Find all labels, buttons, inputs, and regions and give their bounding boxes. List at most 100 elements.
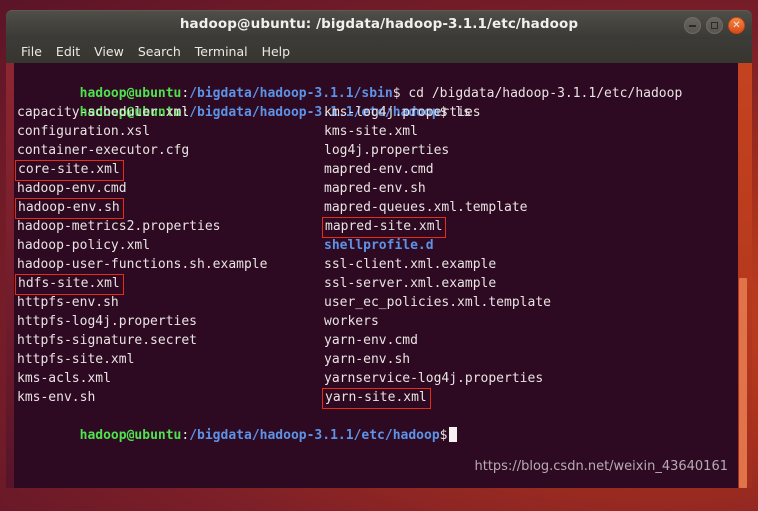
file-name-cell: mapred-site.xml — [321, 217, 447, 238]
file-name: kms-env.sh — [17, 390, 96, 405]
window-title: hadoop@ubuntu: /bigdata/hadoop-3.1.1/etc… — [179, 16, 579, 32]
file-name-cell: yarnservice-log4j.properties — [324, 369, 543, 388]
file-listing-row: hadoop-policy.xml shellprofile.d — [17, 236, 738, 255]
file-name: hdfs-site.xml — [15, 274, 124, 295]
file-name-cell: kms-acls.xml — [17, 369, 111, 388]
file-name-cell: ssl-client.xml.example — [324, 255, 496, 274]
window-frame-left — [6, 63, 14, 488]
close-button[interactable]: ✕ — [728, 17, 745, 34]
file-name: workers — [324, 314, 379, 329]
file-name: yarn-env.sh — [324, 352, 411, 367]
menu-item-search[interactable]: Search — [131, 42, 188, 61]
file-name-cell: mapred-env.cmd — [324, 160, 434, 179]
file-name-cell: yarn-site.xml — [322, 388, 431, 409]
file-name: mapred-queues.xml.template — [324, 200, 528, 215]
file-name-cell: hadoop-policy.xml — [17, 236, 150, 255]
file-name-cell: hadoop-metrics2.properties — [17, 217, 221, 236]
maximize-icon — [711, 22, 718, 29]
file-listing-row: capacity-scheduler.xml kms-log4j.properti… — [17, 103, 738, 122]
file-listing-row: core-site.xml mapred-env.cmd — [15, 160, 738, 181]
file-name: ssl-server.xml.example — [324, 276, 497, 291]
file-listing-row: hadoop-env.sh mapred-queues.xml.template — [15, 198, 738, 219]
file-name: httpfs-log4j.properties — [17, 314, 198, 329]
file-listing-row: kms-acls.xml yarnservice-log4j.properties — [17, 369, 738, 388]
file-name: configuration.xsl — [17, 124, 151, 139]
menu-item-edit[interactable]: Edit — [49, 42, 87, 61]
file-name-cell: kms-log4j.properties — [324, 103, 481, 122]
prompt-line-2: hadoop@ubuntu:/bigdata/hadoop-3.1.1/etc/… — [17, 84, 738, 120]
file-listing-row: configuration.xsl kms-site.xml — [17, 122, 738, 141]
file-listing-row: httpfs-site.xml yarn-env.sh — [17, 350, 738, 369]
file-listing-row: httpfs-log4j.properties workers — [17, 312, 738, 331]
scrollbar-thumb[interactable] — [739, 278, 747, 488]
file-name-cell: log4j.properties — [324, 141, 449, 160]
scrollbar[interactable] — [738, 63, 752, 488]
directory-name: shellprofile.d — [324, 238, 434, 253]
minimize-button[interactable] — [684, 17, 701, 34]
terminal-content[interactable]: hadoop@ubuntu:/bigdata/hadoop-3.1.1/sbin… — [14, 63, 738, 488]
file-name-cell: hadoop-env.sh — [15, 198, 124, 219]
file-name: httpfs-signature.secret — [17, 333, 198, 348]
file-listing-row: httpfs-env.sh user_ec_policies.xml.templa… — [17, 293, 738, 312]
file-name: hadoop-env.sh — [15, 198, 124, 219]
file-name: httpfs-site.xml — [17, 352, 135, 367]
file-name: mapred-site.xml — [321, 217, 447, 238]
file-name: mapred-env.cmd — [324, 162, 434, 177]
file-name: kms-log4j.properties — [324, 105, 481, 120]
terminal-window: hadoop@ubuntu: /bigdata/hadoop-3.1.1/etc… — [6, 10, 752, 488]
file-name: container-executor.cfg — [17, 143, 190, 158]
menu-item-help[interactable]: Help — [255, 42, 298, 61]
file-name: user_ec_policies.xml.template — [324, 295, 551, 310]
prompt-user-host: hadoop@ubuntu — [79, 428, 182, 443]
file-name-cell: hdfs-site.xml — [15, 274, 124, 295]
menu-item-file[interactable]: File — [14, 42, 49, 61]
file-name-cell: shellprofile.d — [324, 236, 434, 255]
file-name: hadoop-policy.xml — [17, 238, 151, 253]
file-name-cell: yarn-env.sh — [324, 350, 410, 369]
file-name-cell: capacity-scheduler.xml — [17, 103, 189, 122]
menu-item-terminal[interactable]: Terminal — [188, 42, 255, 61]
file-listing-row: kms-env.sh yarn-site.xml — [17, 388, 738, 409]
file-listing-row: hadoop-user-functions.sh.example ssl-clie… — [17, 255, 738, 274]
file-name: log4j.properties — [324, 143, 450, 158]
file-name: kms-site.xml — [324, 124, 418, 139]
file-name-cell: workers — [324, 312, 379, 331]
file-name-cell: hadoop-env.cmd — [17, 179, 127, 198]
maximize-button[interactable] — [706, 17, 723, 34]
file-name: kms-acls.xml — [17, 371, 111, 386]
menu-item-view[interactable]: View — [87, 42, 131, 61]
file-listing-row: container-executor.cfg log4j.properties — [17, 141, 738, 160]
file-listing-row: hadoop-metrics2.properties mapred-site.xm… — [17, 217, 738, 238]
file-name: core-site.xml — [15, 160, 124, 181]
file-name-cell: kms-env.sh — [17, 388, 95, 407]
file-name: hadoop-env.cmd — [17, 181, 127, 196]
menu-bar: File Edit View Search Terminal Help — [6, 39, 752, 63]
prompt-dollar: $ — [439, 428, 448, 443]
prompt-path: /bigdata/hadoop-3.1.1/etc/hadoop — [189, 428, 440, 443]
file-name-cell: kms-site.xml — [324, 122, 418, 141]
file-name: yarn-site.xml — [322, 388, 431, 409]
file-listing-row: hdfs-site.xml ssl-server.xml.example — [15, 274, 738, 295]
file-name: mapred-env.sh — [324, 181, 426, 196]
file-name-cell: user_ec_policies.xml.template — [324, 293, 551, 312]
file-name: hadoop-metrics2.properties — [17, 219, 221, 234]
file-name: capacity-scheduler.xml — [17, 105, 190, 120]
file-name: yarn-env.cmd — [324, 333, 418, 348]
minimize-icon — [689, 24, 696, 27]
file-name-cell: httpfs-site.xml — [17, 350, 134, 369]
file-name-cell: configuration.xsl — [17, 122, 150, 141]
window-controls: ✕ — [684, 17, 745, 34]
text-cursor — [449, 427, 458, 442]
file-name-cell: core-site.xml — [15, 160, 124, 181]
window-titlebar[interactable]: hadoop@ubuntu: /bigdata/hadoop-3.1.1/etc… — [6, 10, 752, 39]
watermark-text: https://blog.csdn.net/weixin_43640161 — [474, 459, 728, 474]
file-name: httpfs-env.sh — [17, 295, 119, 310]
prompt-line-3: hadoop@ubuntu:/bigdata/hadoop-3.1.1/etc/… — [17, 407, 738, 443]
file-listing: capacity-scheduler.xml kms-log4j.properti… — [15, 103, 738, 409]
file-name: ssl-client.xml.example — [324, 257, 497, 272]
file-name-cell: yarn-env.cmd — [324, 331, 418, 350]
file-name-cell: httpfs-env.sh — [17, 293, 119, 312]
file-name-cell: hadoop-user-functions.sh.example — [17, 255, 267, 274]
file-name-cell: mapred-queues.xml.template — [324, 198, 528, 217]
file-name-cell: ssl-server.xml.example — [324, 274, 496, 293]
